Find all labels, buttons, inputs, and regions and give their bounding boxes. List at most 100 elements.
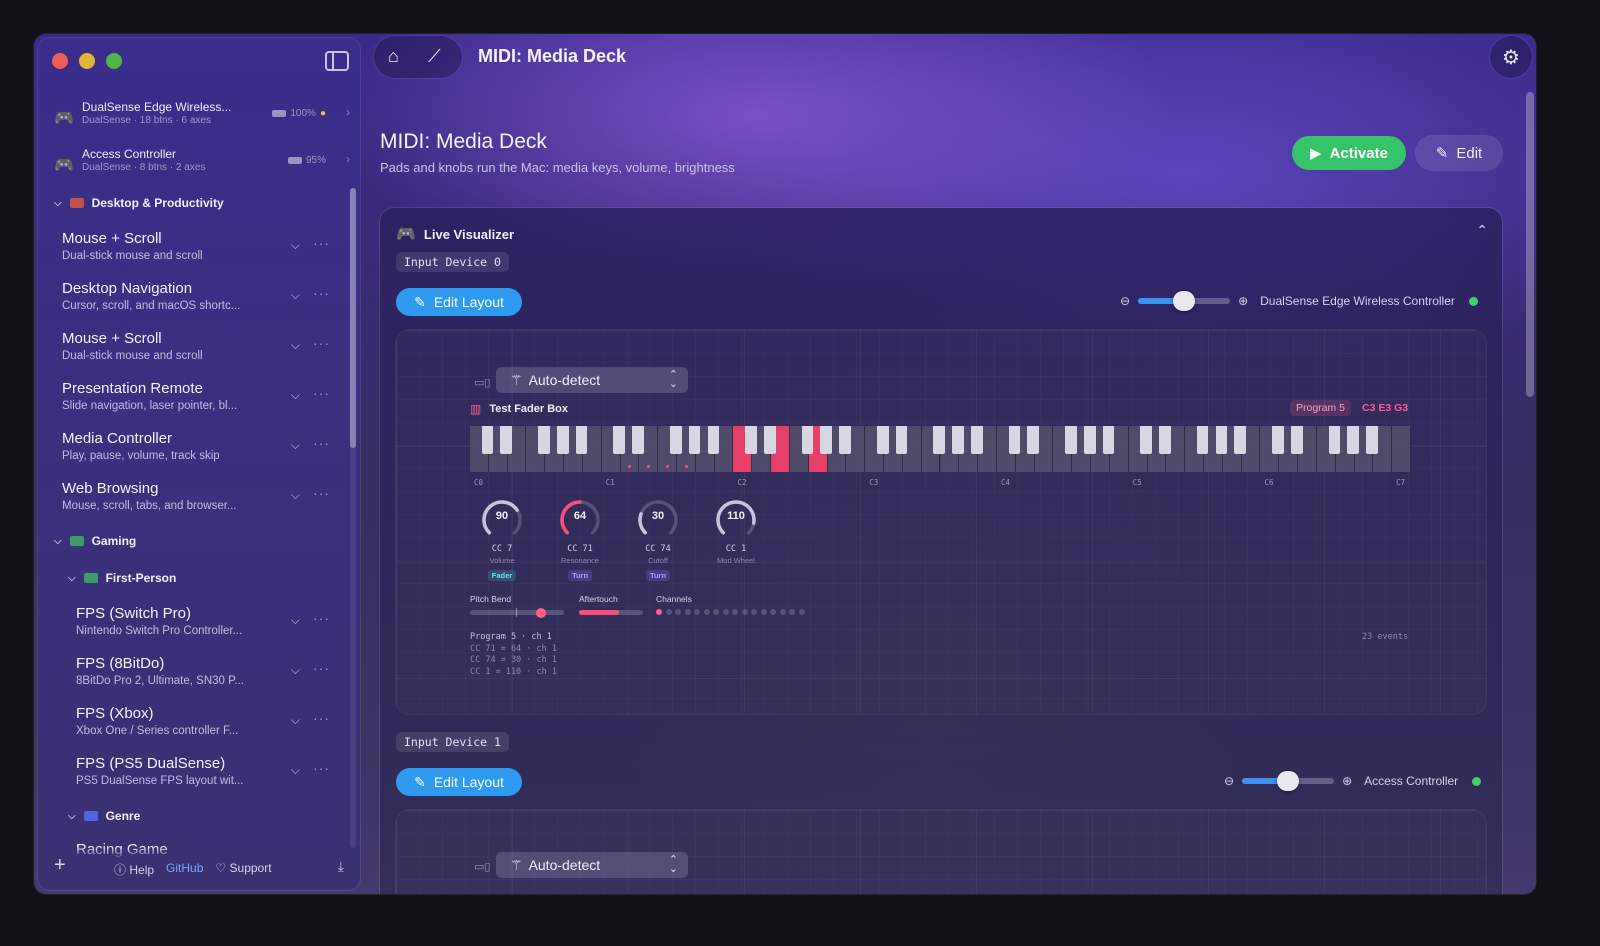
help-link[interactable]: ⓘ Help xyxy=(114,861,154,878)
edit-button[interactable]: ✎ Edit xyxy=(1416,136,1502,170)
sidebar-toggle-icon[interactable] xyxy=(325,51,349,71)
more-icon[interactable]: ··· xyxy=(313,660,330,676)
profile-item[interactable]: FPS (Xbox) Xbox One / Series controller … xyxy=(76,705,332,749)
knob-cc: CC 1 xyxy=(725,544,747,554)
black-key xyxy=(688,426,701,454)
more-icon[interactable]: ··· xyxy=(313,610,330,626)
octave-label: C3 xyxy=(869,478,879,487)
chevron-down-icon[interactable]: ⌵ xyxy=(291,488,300,503)
profile-item[interactable]: Desktop Navigation Cursor, scroll, and m… xyxy=(62,280,332,324)
black-key xyxy=(820,426,833,454)
folder-icon xyxy=(83,811,98,821)
profile-item[interactable]: Mouse + Scroll Dual-stick mouse and scro… xyxy=(62,230,332,274)
more-icon[interactable]: ··· xyxy=(313,760,330,776)
group-genre[interactable]: ⌵ Genre xyxy=(68,809,140,823)
profile-item[interactable]: Presentation Remote Slide navigation, la… xyxy=(62,380,332,424)
chevron-down-icon[interactable]: ⌵ xyxy=(291,613,300,628)
channels-label: Channels xyxy=(656,594,692,604)
channel-dot xyxy=(779,609,786,615)
gamepad-icon: 🎮 xyxy=(396,226,416,243)
edit-layout-button[interactable]: ✎ Edit Layout xyxy=(396,288,522,316)
controller-canvas[interactable]: ▭▯ ⚚ Auto-detect ⌃ ⌄ xyxy=(396,810,1486,894)
profile-item[interactable]: FPS (8BitDo) 8BitDo Pro 2, Ultimate, SN3… xyxy=(76,655,332,699)
device-row[interactable]: 🎮 DualSense Edge Wireless... DualSense ·… xyxy=(52,100,352,140)
more-icon[interactable]: ··· xyxy=(313,335,330,351)
group-desktop-productivity[interactable]: ⌵ Desktop & Productivity xyxy=(54,196,224,210)
battery-status: 100% ● xyxy=(272,108,326,119)
layout-icon: ▭▯ xyxy=(474,861,491,873)
more-icon[interactable]: ··· xyxy=(313,485,330,501)
channel-dot xyxy=(770,609,776,615)
profile-item[interactable]: Web Browsing Mouse, scroll, tabs, and br… xyxy=(62,480,332,524)
auto-detect-select[interactable]: ⚚ Auto-detect ⌃ ⌄ xyxy=(496,367,688,393)
profile-item[interactable]: Media Controller Play, pause, volume, tr… xyxy=(62,430,332,474)
support-link[interactable]: ♡ Support xyxy=(215,861,271,878)
pitch-bend-bar xyxy=(470,608,564,618)
more-icon[interactable]: ··· xyxy=(313,710,330,726)
help-icon: ⓘ xyxy=(114,863,127,877)
knob-name: Mod Wheel xyxy=(717,556,755,565)
group-first-person[interactable]: ⌵ First-Person xyxy=(68,571,176,585)
chevron-down-icon[interactable]: ⌵ xyxy=(291,438,300,453)
controller-canvas[interactable]: ▭▯ ⚚ Auto-detect ⌃ ⌄ ▥ Test Fader Box Pro… xyxy=(396,330,1486,714)
knob-cc: CC 74 xyxy=(645,544,671,554)
import-icon[interactable]: ⤓ xyxy=(338,858,344,875)
chevron-down-icon[interactable]: ⌵ xyxy=(291,238,300,253)
controller-name: Access Controller xyxy=(1364,774,1459,788)
more-icon[interactable]: ··· xyxy=(313,285,330,301)
window-title: MIDI: Media Deck xyxy=(478,46,627,66)
midi-knob: 64 CC 71 Resonance Turn xyxy=(550,498,610,583)
more-icon[interactable]: ··· xyxy=(313,235,330,251)
close-window-button[interactable] xyxy=(52,53,68,69)
midi-knob: 90 CC 7 Volume Fader xyxy=(472,498,532,583)
group-gaming[interactable]: ⌵ Gaming xyxy=(54,534,136,548)
channel-dot xyxy=(713,609,719,615)
more-icon[interactable]: ··· xyxy=(313,435,330,451)
battery-icon xyxy=(272,110,287,117)
profile-item[interactable]: Mouse + Scroll Dual-stick mouse and scro… xyxy=(62,330,332,374)
device-name: Access Controller xyxy=(82,147,177,161)
chevron-down-icon[interactable]: ⌵ xyxy=(291,338,300,353)
more-icon[interactable]: ··· xyxy=(313,385,330,401)
black-key xyxy=(1272,426,1284,454)
settings-gear-icon[interactable]: ⚙ xyxy=(1490,36,1532,78)
gamepad-icon: 🎮 xyxy=(54,157,74,174)
edit-layout-button[interactable]: ✎ Edit Layout xyxy=(396,768,522,796)
add-profile-button[interactable]: + xyxy=(54,854,66,877)
zoom-in-icon[interactable]: ⊕ xyxy=(1342,774,1352,788)
profile-item[interactable]: FPS (PS5 DualSense) PS5 DualSense FPS la… xyxy=(76,755,332,799)
channel-dot xyxy=(732,609,738,615)
magic-wand-icon: ⚚ xyxy=(510,371,523,388)
black-key xyxy=(876,426,889,454)
main-scrollbar[interactable] xyxy=(1526,92,1534,397)
knob-mode-badge: Turn xyxy=(645,570,671,581)
black-key xyxy=(632,426,644,454)
profile-item[interactable]: FPS (Switch Pro) Nintendo Switch Pro Con… xyxy=(76,605,332,649)
zoom-out-icon[interactable]: ⊖ xyxy=(1224,774,1234,788)
activate-button[interactable]: ▶ Activate xyxy=(1292,136,1406,170)
device-row[interactable]: 🎮 Access Controller DualSense · 8 btns ·… xyxy=(52,147,352,187)
minimize-window-button[interactable] xyxy=(79,53,95,69)
sidebar-scrollbar[interactable] xyxy=(350,188,356,448)
zoom-slider[interactable] xyxy=(1138,291,1231,311)
channel-dot xyxy=(789,609,795,615)
black-key xyxy=(763,426,776,454)
heart-icon: ♡ xyxy=(215,861,227,875)
chart-icon[interactable]: ⟋ xyxy=(428,46,441,67)
zoom-window-button[interactable] xyxy=(106,53,122,69)
knob-cc: CC 7 xyxy=(491,544,513,554)
zoom-slider[interactable] xyxy=(1242,771,1335,791)
chevron-down-icon[interactable]: ⌵ xyxy=(291,763,300,778)
zoom-in-icon[interactable]: ⊕ xyxy=(1238,294,1248,308)
home-icon[interactable]: ⌂ xyxy=(388,46,399,67)
note-velocity-dot xyxy=(684,465,688,468)
auto-detect-select[interactable]: ⚚ Auto-detect ⌃ ⌄ xyxy=(496,852,688,878)
chevron-down-icon[interactable]: ⌵ xyxy=(291,713,300,728)
aftertouch-bar xyxy=(579,610,643,615)
collapse-chevron-up-icon[interactable]: ⌃ xyxy=(1476,222,1488,239)
github-link[interactable]: GitHub xyxy=(166,861,203,878)
chevron-down-icon[interactable]: ⌵ xyxy=(291,288,300,303)
zoom-out-icon[interactable]: ⊖ xyxy=(1120,294,1130,308)
chevron-down-icon[interactable]: ⌵ xyxy=(291,388,300,403)
chevron-down-icon[interactable]: ⌵ xyxy=(291,663,300,678)
